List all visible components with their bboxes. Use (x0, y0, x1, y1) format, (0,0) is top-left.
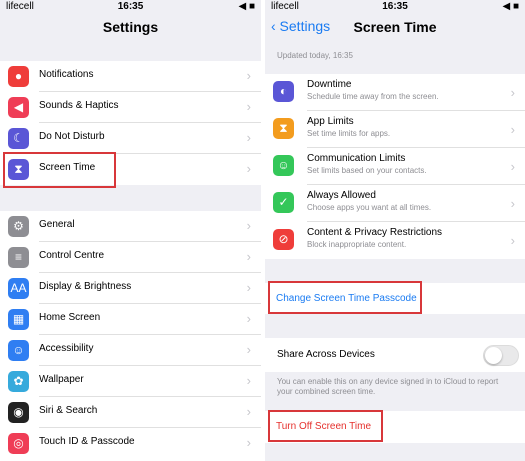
row-label: Content & Privacy Restrictions (307, 227, 443, 238)
checkmark-icon: ✓ (273, 192, 294, 213)
restriction-icon: ⊘ (273, 229, 294, 250)
battery-icon: ◀ ■ (238, 1, 255, 12)
hourglass-icon: ⧗ (273, 118, 294, 139)
screen-time-highlight (3, 152, 116, 188)
screen-time-row-app-limits[interactable]: ⧗ App Limits Set time limits for apps. › (265, 111, 525, 148)
chevron-right-icon: › (246, 280, 251, 295)
accessibility-icon: ☺ (8, 340, 29, 361)
settings-row-notifications[interactable]: ● Notifications › (0, 61, 261, 92)
row-label: App Limits (307, 116, 354, 127)
chevron-right-icon: › (510, 159, 515, 174)
row-subtitle: Set time limits for apps. (307, 129, 391, 138)
chevron-right-icon: › (510, 122, 515, 137)
nav-bar: Settings (0, 14, 261, 44)
settings-screen: lifecell 16:35 ◀ ■ Settings ● Notificatio… (0, 0, 261, 461)
page-title: Settings (102, 19, 159, 35)
settings-row-do-not-disturb[interactable]: ☾ Do Not Disturb › (0, 123, 261, 154)
share-footnote: You can enable this on any device signed… (277, 377, 499, 396)
row-label: Do Not Disturb (39, 131, 105, 142)
chevron-right-icon: › (510, 85, 515, 100)
chevron-right-icon: › (246, 68, 251, 83)
chevron-right-icon: › (246, 311, 251, 326)
row-label: Siri & Search (39, 405, 98, 416)
status-bar: lifecell 16:35 ◀ ■ (0, 0, 261, 14)
battery-icon: ◀ ■ (502, 1, 519, 12)
settings-row-wallpaper[interactable]: ✿ Wallpaper › (0, 366, 261, 397)
clock: 16:35 (117, 1, 144, 12)
row-label: Downtime (307, 79, 352, 90)
share-toggle[interactable] (483, 345, 519, 366)
page-title: Screen Time (353, 19, 437, 35)
row-label: Home Screen (39, 312, 101, 323)
chevron-right-icon: › (246, 435, 251, 450)
settings-row-siri-search[interactable]: ◉ Siri & Search › (0, 397, 261, 428)
settings-row-touch-id-passcode[interactable]: ◎ Touch ID & Passcode › (0, 428, 261, 459)
chevron-right-icon: › (246, 99, 251, 114)
settings-row-control-centre[interactable]: ≡ Control Centre › (0, 242, 261, 273)
row-label: Wallpaper (39, 374, 84, 385)
settings-group-general: ⚙ General › ≡ Control Centre › AA Display & Bri… (0, 211, 261, 461)
settings-row-display-brightness[interactable]: AA Display & Brightness › (0, 273, 261, 304)
contact-icon: ☺ (273, 155, 294, 176)
settings-row-sounds-haptics[interactable]: ◀ Sounds & Haptics › (0, 92, 261, 123)
turn-off-highlight (268, 410, 383, 442)
chevron-right-icon: › (246, 130, 251, 145)
fingerprint-icon: ◎ (8, 433, 29, 454)
chevron-right-icon: › (510, 233, 515, 248)
passcode-highlight (268, 281, 422, 314)
screen-time-row-communication-limits[interactable]: ☺ Communication Limits Set limits based on… (265, 148, 525, 185)
screen-time-screen: lifecell 16:35 ◀ ■ ‹ Settings Screen Tim… (265, 0, 525, 461)
screen-time-row-downtime[interactable]: ◐ Downtime Schedule time away from the scr… (265, 74, 525, 111)
notifications-icon: ● (8, 66, 29, 87)
row-label: Touch ID & Passcode (39, 436, 135, 447)
chevron-right-icon: › (510, 196, 515, 211)
settings-row-general[interactable]: ⚙ General › (0, 211, 261, 242)
row-label: Accessibility (39, 343, 94, 354)
row-label: Control Centre (39, 250, 105, 261)
flower-icon: ✿ (8, 371, 29, 392)
nav-bar: ‹ Settings Screen Time (265, 14, 525, 44)
screen-time-row-always-allowed[interactable]: ✓ Always Allowed Choose apps you want at a… (265, 185, 525, 222)
chevron-right-icon: › (246, 373, 251, 388)
downtime-icon: ◐ (273, 81, 294, 102)
settings-row-accessibility[interactable]: ☺ Accessibility › (0, 335, 261, 366)
updated-label: Updated today, 16:35 (277, 51, 353, 60)
chevron-right-icon: › (246, 404, 251, 419)
chevron-right-icon: › (246, 342, 251, 357)
status-bar: lifecell 16:35 ◀ ■ (265, 0, 525, 14)
chevron-right-icon: › (246, 218, 251, 233)
settings-row-home-screen[interactable]: ▦ Home Screen › (0, 304, 261, 335)
row-label: General (39, 219, 75, 230)
toggle-knob (485, 347, 502, 364)
moon-icon: ☾ (8, 128, 29, 149)
screen-time-row-content-privacy-restrictions[interactable]: ⊘ Content & Privacy Restrictions Block ina… (265, 222, 525, 259)
row-label: Display & Brightness (39, 281, 132, 292)
share-group: Share Across Devices (265, 338, 525, 372)
chevron-right-icon: › (246, 161, 251, 176)
row-subtitle: Choose apps you want at all times. (307, 203, 432, 212)
chevron-right-icon: › (246, 249, 251, 264)
share-label: Share Across Devices (277, 349, 375, 360)
grid-icon: ▦ (8, 309, 29, 330)
row-subtitle: Block inappropriate content. (307, 240, 407, 249)
toggles-icon: ≡ (8, 247, 29, 268)
text-size-icon: AA (8, 278, 29, 299)
siri-icon: ◉ (8, 402, 29, 423)
row-label: Communication Limits (307, 153, 406, 164)
row-label: Notifications (39, 69, 94, 80)
clock: 16:35 (382, 1, 408, 12)
row-label: Sounds & Haptics (39, 100, 119, 111)
speaker-icon: ◀ (8, 97, 29, 118)
screen-time-options: ◐ Downtime Schedule time away from the scr… (265, 74, 525, 259)
gear-icon: ⚙ (8, 216, 29, 237)
row-subtitle: Set limits based on your contacts. (307, 166, 427, 175)
row-label: Always Allowed (307, 190, 376, 201)
row-subtitle: Schedule time away from the screen. (307, 92, 439, 101)
